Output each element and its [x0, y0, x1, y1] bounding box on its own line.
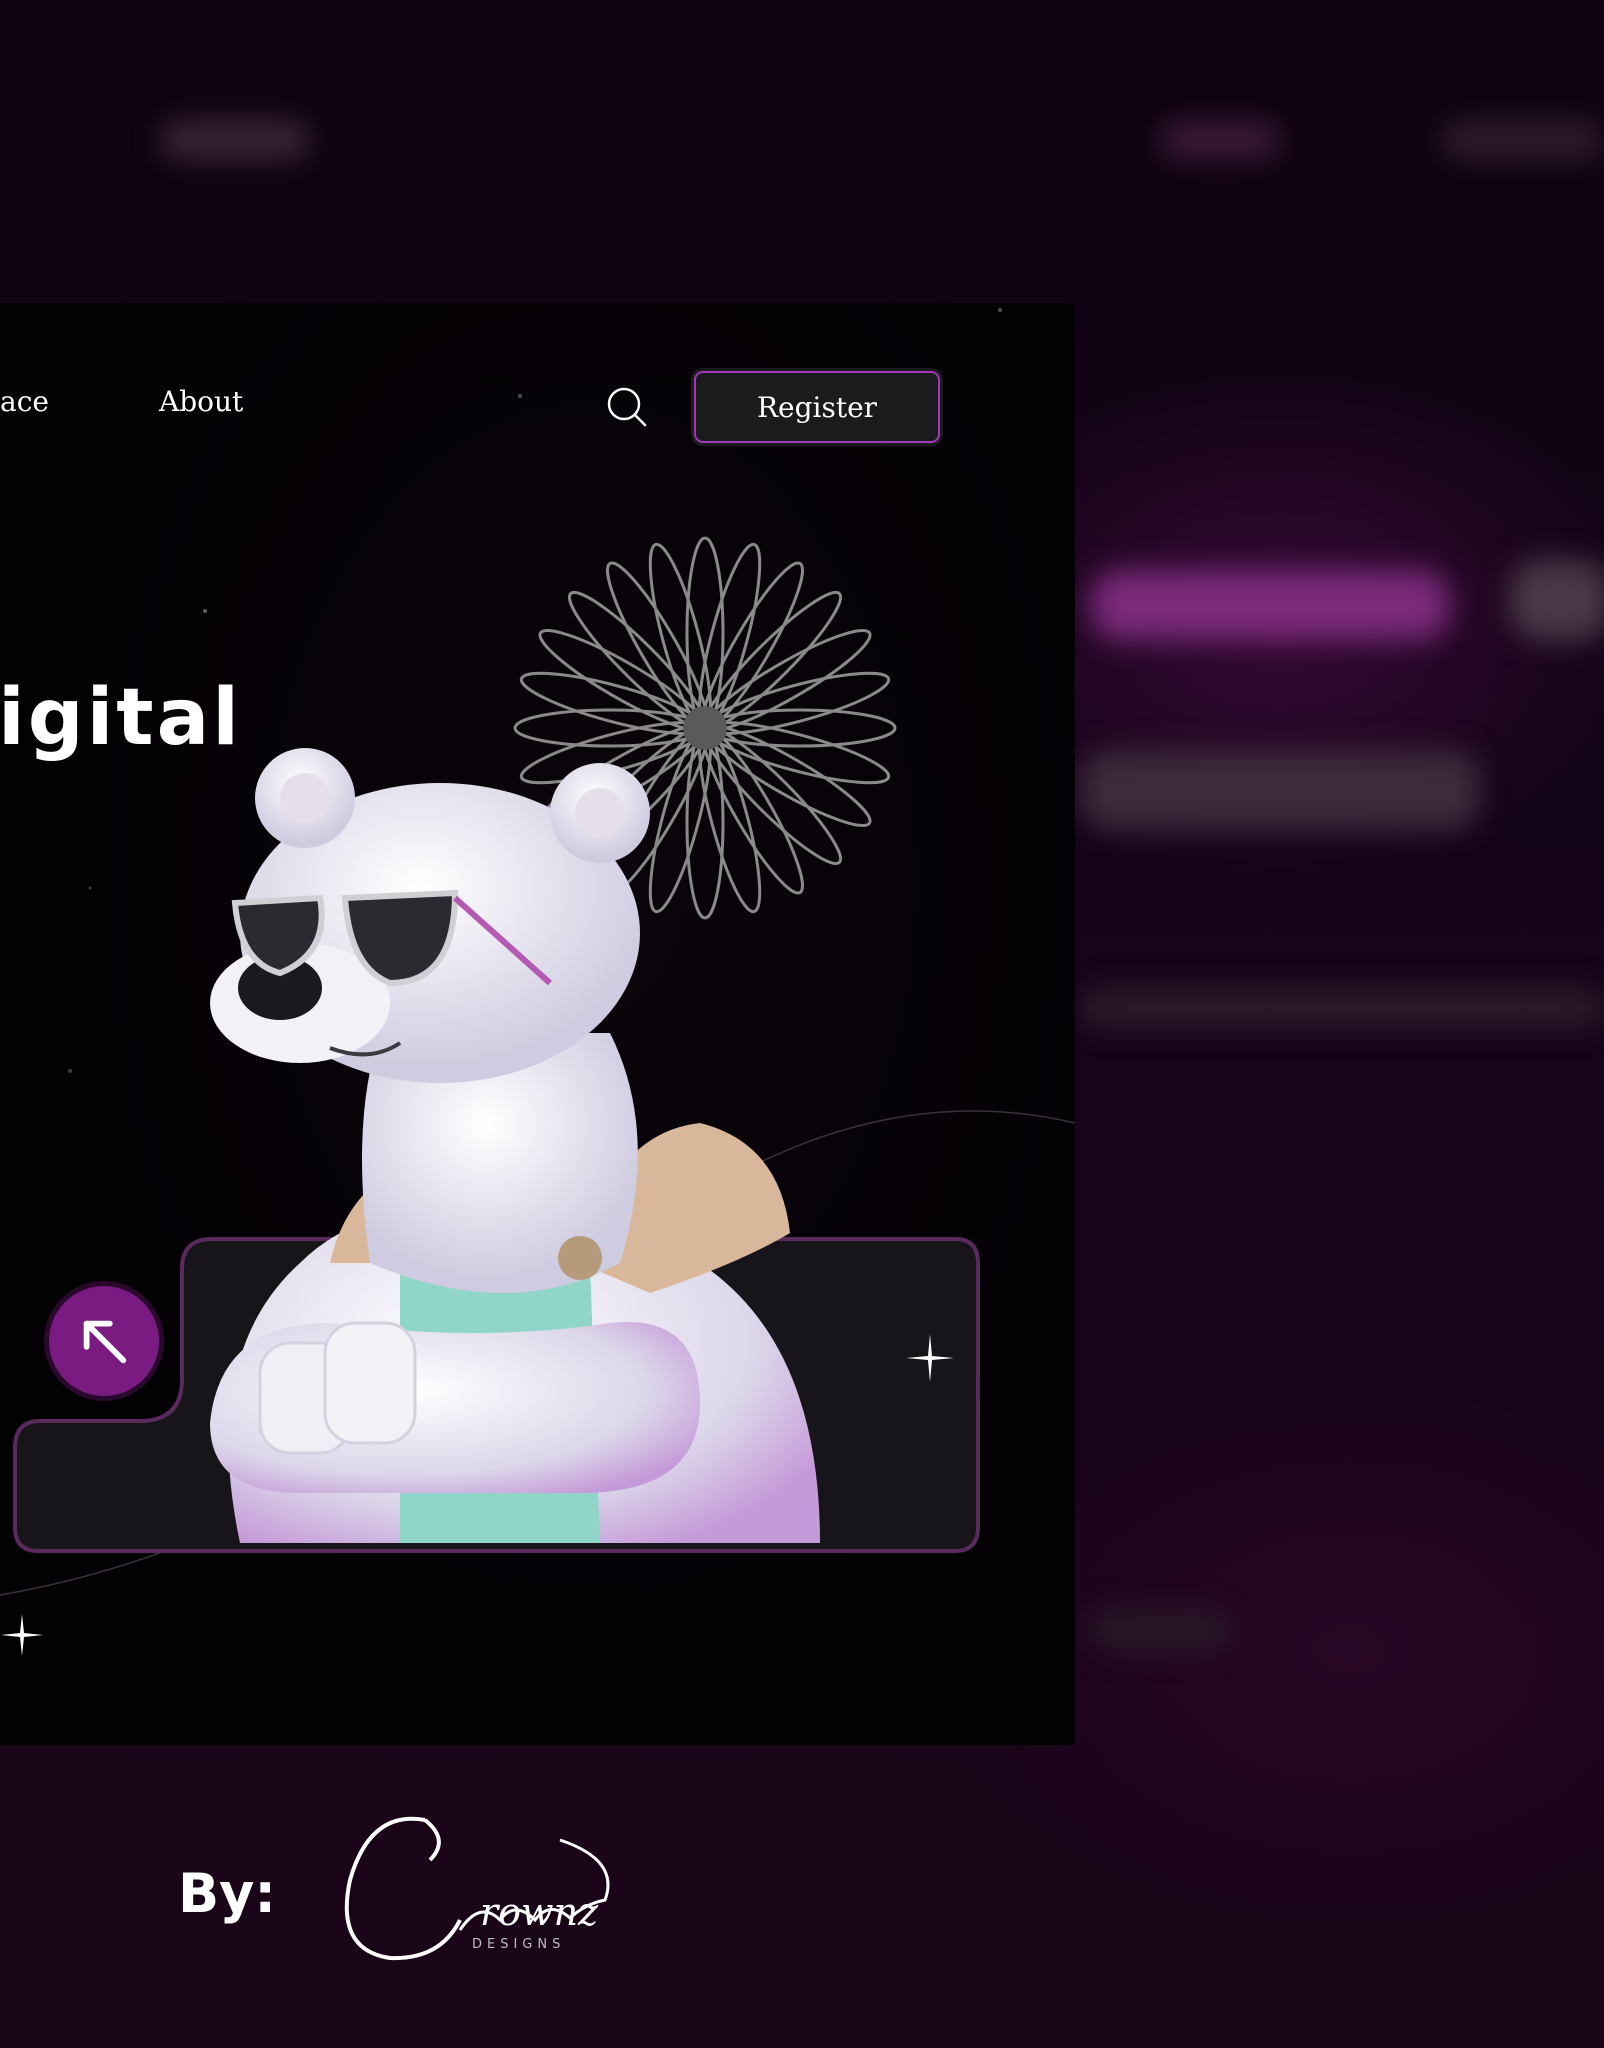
- logo-subtitle: DESIGNS: [472, 1937, 565, 1952]
- credit-by-label: By:: [178, 1862, 276, 1925]
- blurred-nav-item: [1440, 120, 1604, 160]
- blurred-nav-item: [160, 120, 310, 160]
- blurred-text: [1090, 1610, 1230, 1650]
- polar-bear-illustration: [210, 748, 821, 1543]
- crownz-designs-logo: rownz DESIGNS: [344, 1816, 610, 1961]
- blurred-heading: [1510, 560, 1604, 640]
- blurred-heading: [1080, 750, 1480, 830]
- blurred-heading: [1090, 570, 1450, 640]
- blurred-nav-item: [1160, 120, 1280, 160]
- sparkle-icon: [906, 1334, 954, 1382]
- arrow-up-left-icon: [83, 1320, 127, 1364]
- sparkle-icon: [1, 1614, 43, 1656]
- logo-wordmark: rownz: [480, 1890, 599, 1934]
- blurred-paragraph: [1080, 990, 1604, 1026]
- showcase-card: ace About Register igital: [0, 303, 1075, 1745]
- arrow-button[interactable]: [44, 1281, 164, 1401]
